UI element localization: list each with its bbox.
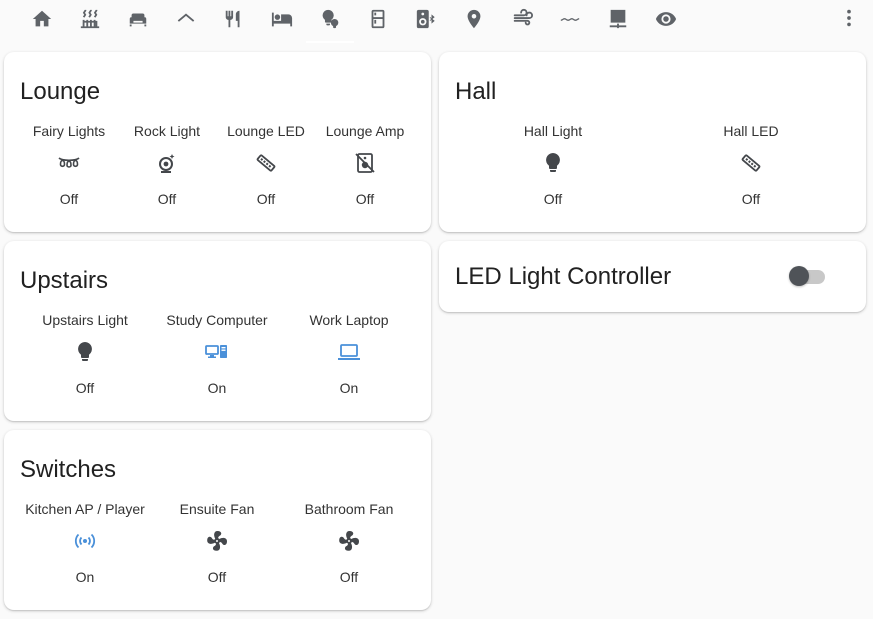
silverware-icon [223, 8, 245, 35]
lamp-icon [155, 151, 179, 175]
entity-state: Off [741, 191, 761, 207]
entity-name: Fairy Lights [32, 123, 106, 139]
string-lights-icon [57, 151, 81, 175]
entity-state: On [75, 569, 95, 585]
entity-name: Study Computer [166, 312, 268, 328]
tab-water[interactable] [546, 0, 594, 42]
lightbulb-icon [541, 151, 565, 175]
lightbulb-icon [73, 340, 97, 364]
entity-name: Ensuite Fan [179, 501, 255, 517]
entity-state: Off [256, 191, 276, 207]
entity-work-laptop[interactable]: Work Laptop On [283, 312, 415, 404]
entity-bathroom-fan[interactable]: Bathroom Fan Off [283, 501, 415, 593]
desktop-tower-monitor-icon [205, 340, 229, 364]
entity-state: Off [75, 380, 95, 396]
entity-study-computer[interactable]: Study Computer On [151, 312, 283, 404]
tab-sofa[interactable] [114, 0, 162, 42]
radiator-icon [79, 8, 101, 35]
entity-lounge-amp[interactable]: Lounge Amp Off [315, 123, 415, 215]
entity-upstairs-light[interactable]: Upstairs Light Off [19, 312, 151, 404]
led-light-controller-card: LED Light Controller [439, 241, 866, 312]
card-title: LED Light Controller [455, 263, 672, 290]
entity-ensuite-fan[interactable]: Ensuite Fan Off [151, 501, 283, 593]
entity-lounge-led[interactable]: Lounge LED Off [216, 123, 316, 215]
map-marker-icon [463, 8, 485, 35]
eye-icon [655, 8, 677, 35]
tab-lights[interactable] [306, 0, 354, 43]
tab-fridge[interactable] [354, 0, 402, 42]
speaker-off-icon [353, 151, 377, 175]
entity-state: Off [339, 569, 359, 585]
fridge-icon [367, 8, 389, 35]
sofa-icon [127, 8, 149, 35]
home-icon [31, 8, 53, 35]
tab-network[interactable] [594, 0, 642, 42]
led-strip-icon [739, 151, 763, 175]
tab-view[interactable] [642, 0, 690, 42]
entity-name: Kitchen AP / Player [25, 501, 145, 517]
entity-state: Off [207, 569, 227, 585]
switches-card: Switches Kitchen AP / Player On Ensuite … [4, 430, 431, 610]
lounge-card: Lounge Fairy Lights Off Rock Light Off L… [4, 52, 431, 232]
fan-icon [205, 529, 229, 553]
entity-name: Lounge Amp [325, 123, 405, 139]
tab-home[interactable] [18, 0, 66, 42]
entity-name: Work Laptop [309, 312, 389, 328]
card-title: Hall [455, 78, 497, 105]
tab-bedroom[interactable] [258, 0, 306, 42]
entity-name: Hall Light [523, 123, 583, 139]
lightbulb-group-icon [319, 8, 341, 35]
card-title: Upstairs [20, 267, 109, 294]
entity-rock-light[interactable]: Rock Light Off [117, 123, 217, 215]
bed-icon [271, 8, 293, 35]
top-navigation-bar [0, 0, 873, 44]
entity-name: Lounge LED [227, 123, 305, 139]
tab-radiator[interactable] [66, 0, 114, 42]
roof-icon [175, 8, 197, 35]
upstairs-card: Upstairs Upstairs Light Off Study Comput… [4, 241, 431, 421]
entity-name: Upstairs Light [42, 312, 128, 328]
entity-state: Off [59, 191, 79, 207]
entity-state: On [339, 380, 359, 396]
tab-location[interactable] [450, 0, 498, 42]
toggle-knob [789, 266, 809, 286]
entity-state: On [207, 380, 227, 396]
led-strip-icon [254, 151, 278, 175]
weather-windy-icon [511, 8, 533, 35]
entity-state: Off [543, 191, 563, 207]
laptop-icon [337, 340, 361, 364]
entity-state: Off [355, 191, 375, 207]
entity-hall-light[interactable]: Hall Light Off [489, 123, 617, 215]
tab-speaker[interactable] [402, 0, 450, 42]
led-controller-toggle[interactable] [789, 266, 825, 286]
entity-fairy-lights[interactable]: Fairy Lights Off [12, 123, 126, 215]
entity-kitchen-ap-player[interactable]: Kitchen AP / Player On [19, 501, 151, 593]
entity-hall-led[interactable]: Hall LED Off [687, 123, 815, 215]
access-point-icon [73, 529, 97, 553]
speaker-bluetooth-icon [415, 8, 437, 35]
card-title: Switches [20, 456, 117, 483]
server-network-icon [607, 8, 629, 35]
card-title: Lounge [20, 78, 101, 105]
tab-kitchen[interactable] [210, 0, 258, 42]
tab-roof[interactable] [162, 0, 210, 42]
dots-vertical-icon [838, 7, 860, 34]
tab-weather[interactable] [498, 0, 546, 42]
entity-name: Rock Light [133, 123, 201, 139]
entity-name: Bathroom Fan [304, 501, 394, 517]
entity-state: Off [157, 191, 177, 207]
water-icon [559, 8, 581, 35]
entity-name: Hall LED [723, 123, 779, 139]
hall-card: Hall Hall Light Off Hall LED Off [439, 52, 866, 232]
fan-icon [337, 529, 361, 553]
overflow-menu-button[interactable] [831, 0, 867, 40]
